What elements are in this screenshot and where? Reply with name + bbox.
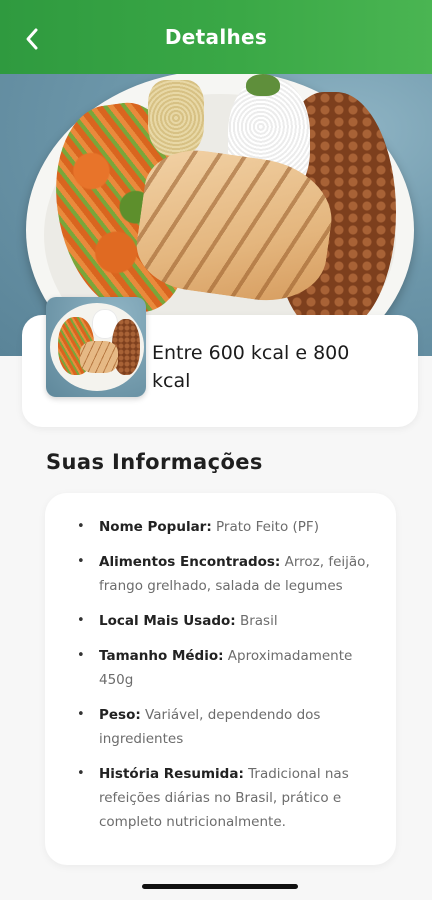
- summary-card: Entre 600 kcal e 800 kcal: [22, 297, 418, 427]
- thumb-chicken: [80, 341, 118, 373]
- info-card: • Nome Popular: Prato Feito (PF) • Alime…: [45, 493, 396, 865]
- page-title: Detalhes: [164, 25, 268, 49]
- food-thumbnail: [46, 297, 146, 397]
- grain-side: [148, 80, 204, 156]
- info-item-local: • Local Mais Usado: Brasil: [77, 609, 376, 633]
- section-title: Suas Informações: [46, 450, 263, 474]
- info-label: Local Mais Usado:: [99, 613, 236, 629]
- chevron-left-icon: [26, 28, 38, 50]
- bullet: •: [77, 613, 85, 628]
- calorie-range: Entre 600 kcal e 800 kcal: [152, 342, 350, 392]
- bullet: •: [77, 648, 85, 663]
- app-header: Detalhes: [0, 0, 432, 74]
- bullet: •: [77, 554, 85, 569]
- home-indicator: [142, 884, 298, 889]
- bullet: •: [77, 707, 85, 722]
- info-item-nome-popular: • Nome Popular: Prato Feito (PF): [77, 515, 376, 539]
- info-label: Nome Popular:: [99, 519, 212, 535]
- info-label: Tamanho Médio:: [99, 648, 224, 664]
- info-item-historia: • História Resumida: Tradicional nas ref…: [77, 762, 376, 834]
- info-item-alimentos: • Alimentos Encontrados: Arroz, feijão, …: [77, 550, 376, 598]
- info-value: Prato Feito (PF): [211, 519, 319, 535]
- back-button[interactable]: [18, 25, 46, 53]
- bullet: •: [77, 766, 85, 781]
- info-item-tamanho: • Tamanho Médio: Aproximadamente 450g: [77, 644, 376, 692]
- info-label: Alimentos Encontrados:: [99, 554, 281, 570]
- info-value: Brasil: [235, 613, 278, 629]
- info-item-peso: • Peso: Variável, dependendo dos ingredi…: [77, 703, 376, 751]
- info-list: • Nome Popular: Prato Feito (PF) • Alime…: [77, 515, 376, 834]
- herb-garnish: [246, 74, 280, 96]
- bullet: •: [77, 519, 85, 534]
- info-label: Peso:: [99, 707, 141, 723]
- info-label: História Resumida:: [99, 766, 244, 782]
